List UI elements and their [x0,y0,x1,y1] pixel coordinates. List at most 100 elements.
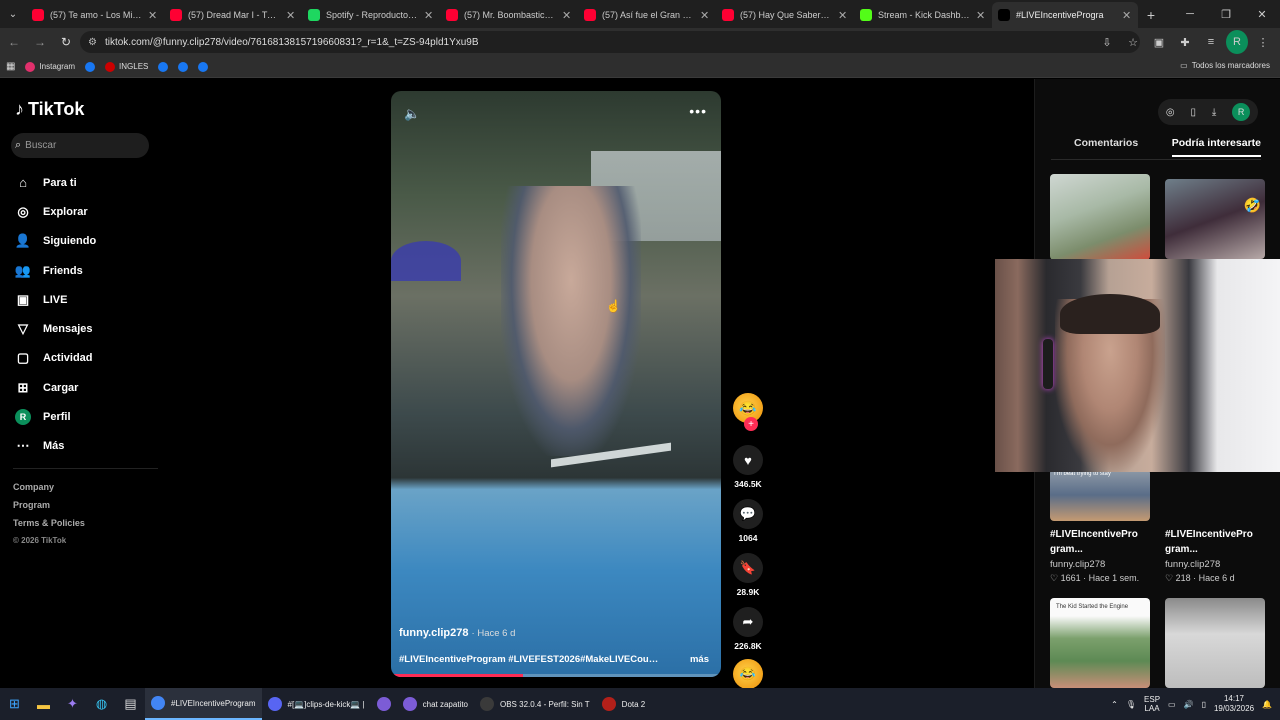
tab-close-icon[interactable]: ✕ [838,9,848,22]
clock[interactable]: 14:17 19/03/2026 [1214,694,1254,714]
browser-tab[interactable]: (57) Te amo - Los Mier (Li ✕ [26,2,164,28]
video-description[interactable]: #LIVEIncentiveProgram #LIVEFEST2026#Make… [399,654,664,665]
browser-tab[interactable]: (57) Así fue el Gran Regre ✕ [578,2,716,28]
sidebar-item-actividad[interactable]: ▢ Actividad [15,344,96,373]
minimize-icon[interactable]: ─ [1172,0,1208,28]
taskbar-app[interactable]: Dota 2 [596,688,652,720]
file-explorer-icon[interactable]: ▬ [29,688,58,720]
bookmark-star-icon[interactable]: ☆ [1122,30,1144,54]
suggested-video-thumbnail[interactable]: 🤣 [1165,179,1265,259]
phone-icon[interactable]: ▯ [1190,107,1196,118]
bookmark-item[interactable] [198,61,209,72]
sidebar-item-cargar[interactable]: ⊞ Cargar [15,373,96,402]
bookmark-item[interactable] [158,61,169,72]
edge-icon[interactable]: ◍ [87,688,116,720]
music-disc-icon[interactable]: 😂 [733,659,763,689]
profile-button[interactable]: R [1226,30,1248,54]
sidebar-item-m-s[interactable]: ⋯ Más [15,432,96,461]
browser-menu-icon[interactable]: ⋮ [1252,30,1274,54]
site-info-icon[interactable]: ⚙ [88,37,97,48]
video-author[interactable]: funny.clip278 [399,627,468,639]
suggested-video-thumbnail[interactable]: The Kid Started the Engine [1050,598,1150,688]
tab-close-icon[interactable]: ✕ [424,9,434,22]
browser-tab[interactable]: Stream - Kick Dashboard ✕ [854,2,992,28]
tab-might-interest[interactable]: Podría interesarte [1171,137,1261,157]
sidebar-item-mensajes[interactable]: ▽ Mensajes [15,314,96,343]
close-window-icon[interactable]: ✕ [1244,0,1280,28]
reload-icon[interactable]: ↻ [54,30,78,54]
more-options-icon[interactable]: ••• [689,103,707,119]
browser-tab[interactable]: #LIVEIncentiveProgra ✕ [992,2,1138,28]
browser-tab[interactable]: (57) Mr. Boombastic Offic ✕ [440,2,578,28]
taskbar-app[interactable] [371,688,397,720]
copilot-icon[interactable]: ✦ [58,688,87,720]
suggested-video-thumbnail[interactable] [1050,174,1150,260]
language-indicator[interactable]: ESP LAA [1144,695,1160,713]
browser-tab[interactable]: (57) Dread Mar I - Tu Sin ✕ [164,2,302,28]
back-icon[interactable]: ← [2,30,26,54]
video-progress-bar[interactable] [391,674,721,677]
store-icon[interactable]: ▤ [116,688,145,720]
volume-icon[interactable]: 🔈 [404,106,420,122]
video-player[interactable]: 🔈 ••• funny.clip278 · Hace 6 d #LIVEInce… [391,91,721,677]
tiktok-logo[interactable]: ♪ TikTok [15,99,84,120]
tab-close-icon[interactable]: ✕ [976,9,986,22]
suggested-video-thumbnail[interactable]: I'm beat trying to stay [1050,469,1150,521]
bookmark-item[interactable] [178,61,189,72]
footer-program-link[interactable]: Program [13,500,85,518]
sidebar-item-para-ti[interactable]: ⌂ Para ti [15,168,96,197]
like-button[interactable]: ♥ [733,445,763,475]
tab-comments[interactable]: Comentarios [1051,137,1161,157]
tab-search-icon[interactable]: ⌄ [0,0,26,28]
bookmark-item[interactable]: Instagram [25,61,75,72]
notifications-icon[interactable]: 🔔 [1262,700,1272,709]
tray-chevron-icon[interactable]: ⌃ [1111,700,1118,709]
sidebar-item-siguiendo[interactable]: 👤 Siguiendo [15,227,96,256]
search-input[interactable]: ⌕ Buscar [11,133,149,158]
volume-tray-icon[interactable]: 🔊 [1184,700,1194,709]
taskbar-app[interactable]: chat zapatito [397,688,474,720]
comment-button[interactable]: 💬 [733,499,763,529]
bookmark-item[interactable] [85,61,96,72]
download-icon[interactable]: ⤓ [1212,107,1216,118]
extensions-icon[interactable]: ✚ [1174,30,1196,54]
user-avatar[interactable]: R [1232,103,1251,121]
battery-icon[interactable]: ▯ [1202,700,1206,709]
footer-terms-link[interactable]: Terms & Policies [13,518,85,536]
tab-close-icon[interactable]: ✕ [1122,9,1132,22]
sidebar-item-friends[interactable]: 👥 Friends [15,256,96,285]
windows-start-icon[interactable]: ⊞ [0,688,29,720]
microphone-icon[interactable]: 🎙 [1126,700,1136,709]
taskbar-app[interactable]: OBS 32.0.4 - Perfil: Sin T [474,688,596,720]
taskbar-app[interactable]: #[💻]clips-de-kick💻 | [262,688,371,720]
sidebar-item-perfil[interactable]: R Perfil [15,402,96,431]
creator-avatar[interactable]: 😂 + [733,393,763,431]
screenshot-icon[interactable]: ▣ [1148,30,1170,54]
footer-company-link[interactable]: Company [13,482,85,500]
coins-icon[interactable]: ◎ [1166,107,1175,118]
tab-close-icon[interactable]: ✕ [700,9,710,22]
install-app-icon[interactable]: ⇩ [1096,30,1118,54]
taskbar-app[interactable]: #LIVEIncentiveProgram [145,688,262,720]
browser-tab[interactable]: (57) Hay Que Saber Perde ✕ [716,2,854,28]
restore-icon[interactable]: ❐ [1208,0,1244,28]
media-control-icon[interactable]: ≡ [1200,30,1222,54]
all-bookmarks-button[interactable]: ▭ Todos los marcadores [1180,61,1270,70]
save-button[interactable]: 🔖 [733,553,763,583]
forward-icon[interactable]: → [28,30,52,54]
bookmark-item[interactable]: INGLES [105,61,148,72]
share-button[interactable]: ➦ [733,607,763,637]
tab-close-icon[interactable]: ✕ [148,9,158,22]
new-tab-button[interactable]: + [1138,2,1164,28]
network-icon[interactable]: ▭ [1168,700,1176,709]
sidebar-item-live[interactable]: ▣ LIVE [15,285,96,314]
more-description-button[interactable]: más [690,654,709,665]
address-bar[interactable]: ⚙ tiktok.com/@funny.clip278/video/761681… [80,31,1140,53]
sidebar-item-explorar[interactable]: ◎ Explorar [15,197,96,226]
tab-close-icon[interactable]: ✕ [562,9,572,22]
apps-grid-icon[interactable]: ▦ [6,61,15,72]
tab-close-icon[interactable]: ✕ [286,9,296,22]
browser-tab[interactable]: Spotify - Reproductor wel ✕ [302,2,440,28]
follow-plus-icon[interactable]: + [744,417,758,431]
suggested-video-card[interactable]: #LIVEIncentivePro gram... funny.clip278 … [1165,527,1270,584]
